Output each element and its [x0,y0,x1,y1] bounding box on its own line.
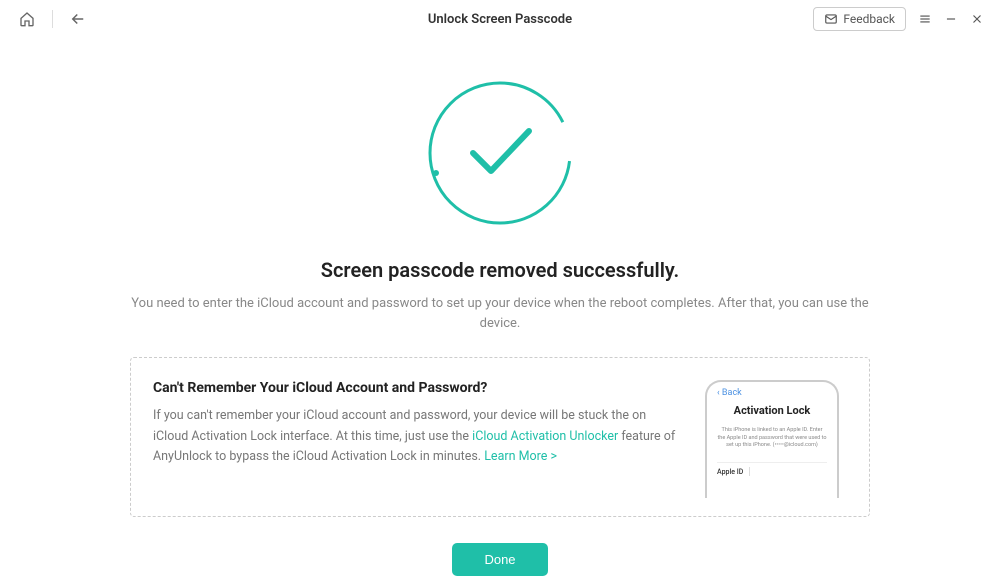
phone-desc: This iPhone is linked to an Apple ID. En… [717,427,827,450]
window-controls [916,10,986,28]
titlebar-divider [52,10,53,28]
phone-field-separator [749,467,750,476]
home-icon [19,11,35,27]
feedback-label: Feedback [843,12,895,26]
phone-frame: ‹ Back Activation Lock This iPhone is li… [705,380,839,498]
window-title: Unlock Screen Passcode [428,12,572,27]
close-icon [970,12,984,26]
phone-field-label: Apple ID [717,468,743,476]
info-card-title: Can't Remember Your iCloud Account and P… [153,380,677,396]
info-card-body: If you can't remember your iCloud accoun… [153,406,677,468]
titlebar: Unlock Screen Passcode Feedback [0,0,1000,38]
menu-button[interactable] [916,10,934,28]
back-arrow-icon [69,10,87,28]
titlebar-right: Feedback [813,7,986,31]
icloud-activation-unlocker-link[interactable]: iCloud Activation Unlocker [472,429,618,444]
info-card-text: Can't Remember Your iCloud Account and P… [153,380,677,468]
feedback-button[interactable]: Feedback [813,7,906,31]
phone-mock: ‹ Back Activation Lock This iPhone is li… [697,380,847,498]
titlebar-left [14,6,91,32]
learn-more-link[interactable]: Learn More > [484,449,557,464]
done-button[interactable]: Done [452,543,547,576]
checkmark-icon [425,78,575,228]
success-title: Screen passcode removed successfully. [0,258,1000,282]
success-checkmark [425,78,575,228]
main-content: Screen passcode removed successfully. Yo… [0,38,1000,576]
phone-back-label: ‹ Back [717,388,827,398]
home-button[interactable] [14,6,40,32]
minimize-icon [944,12,958,26]
mail-icon [824,12,838,26]
phone-field: Apple ID [717,462,827,476]
back-button[interactable] [65,6,91,32]
close-button[interactable] [968,10,986,28]
info-card: Can't Remember Your iCloud Account and P… [130,357,870,517]
success-subtitle: You need to enter the iCloud account and… [110,294,890,333]
phone-title: Activation Lock [717,404,827,417]
menu-icon [918,12,932,26]
minimize-button[interactable] [942,10,960,28]
